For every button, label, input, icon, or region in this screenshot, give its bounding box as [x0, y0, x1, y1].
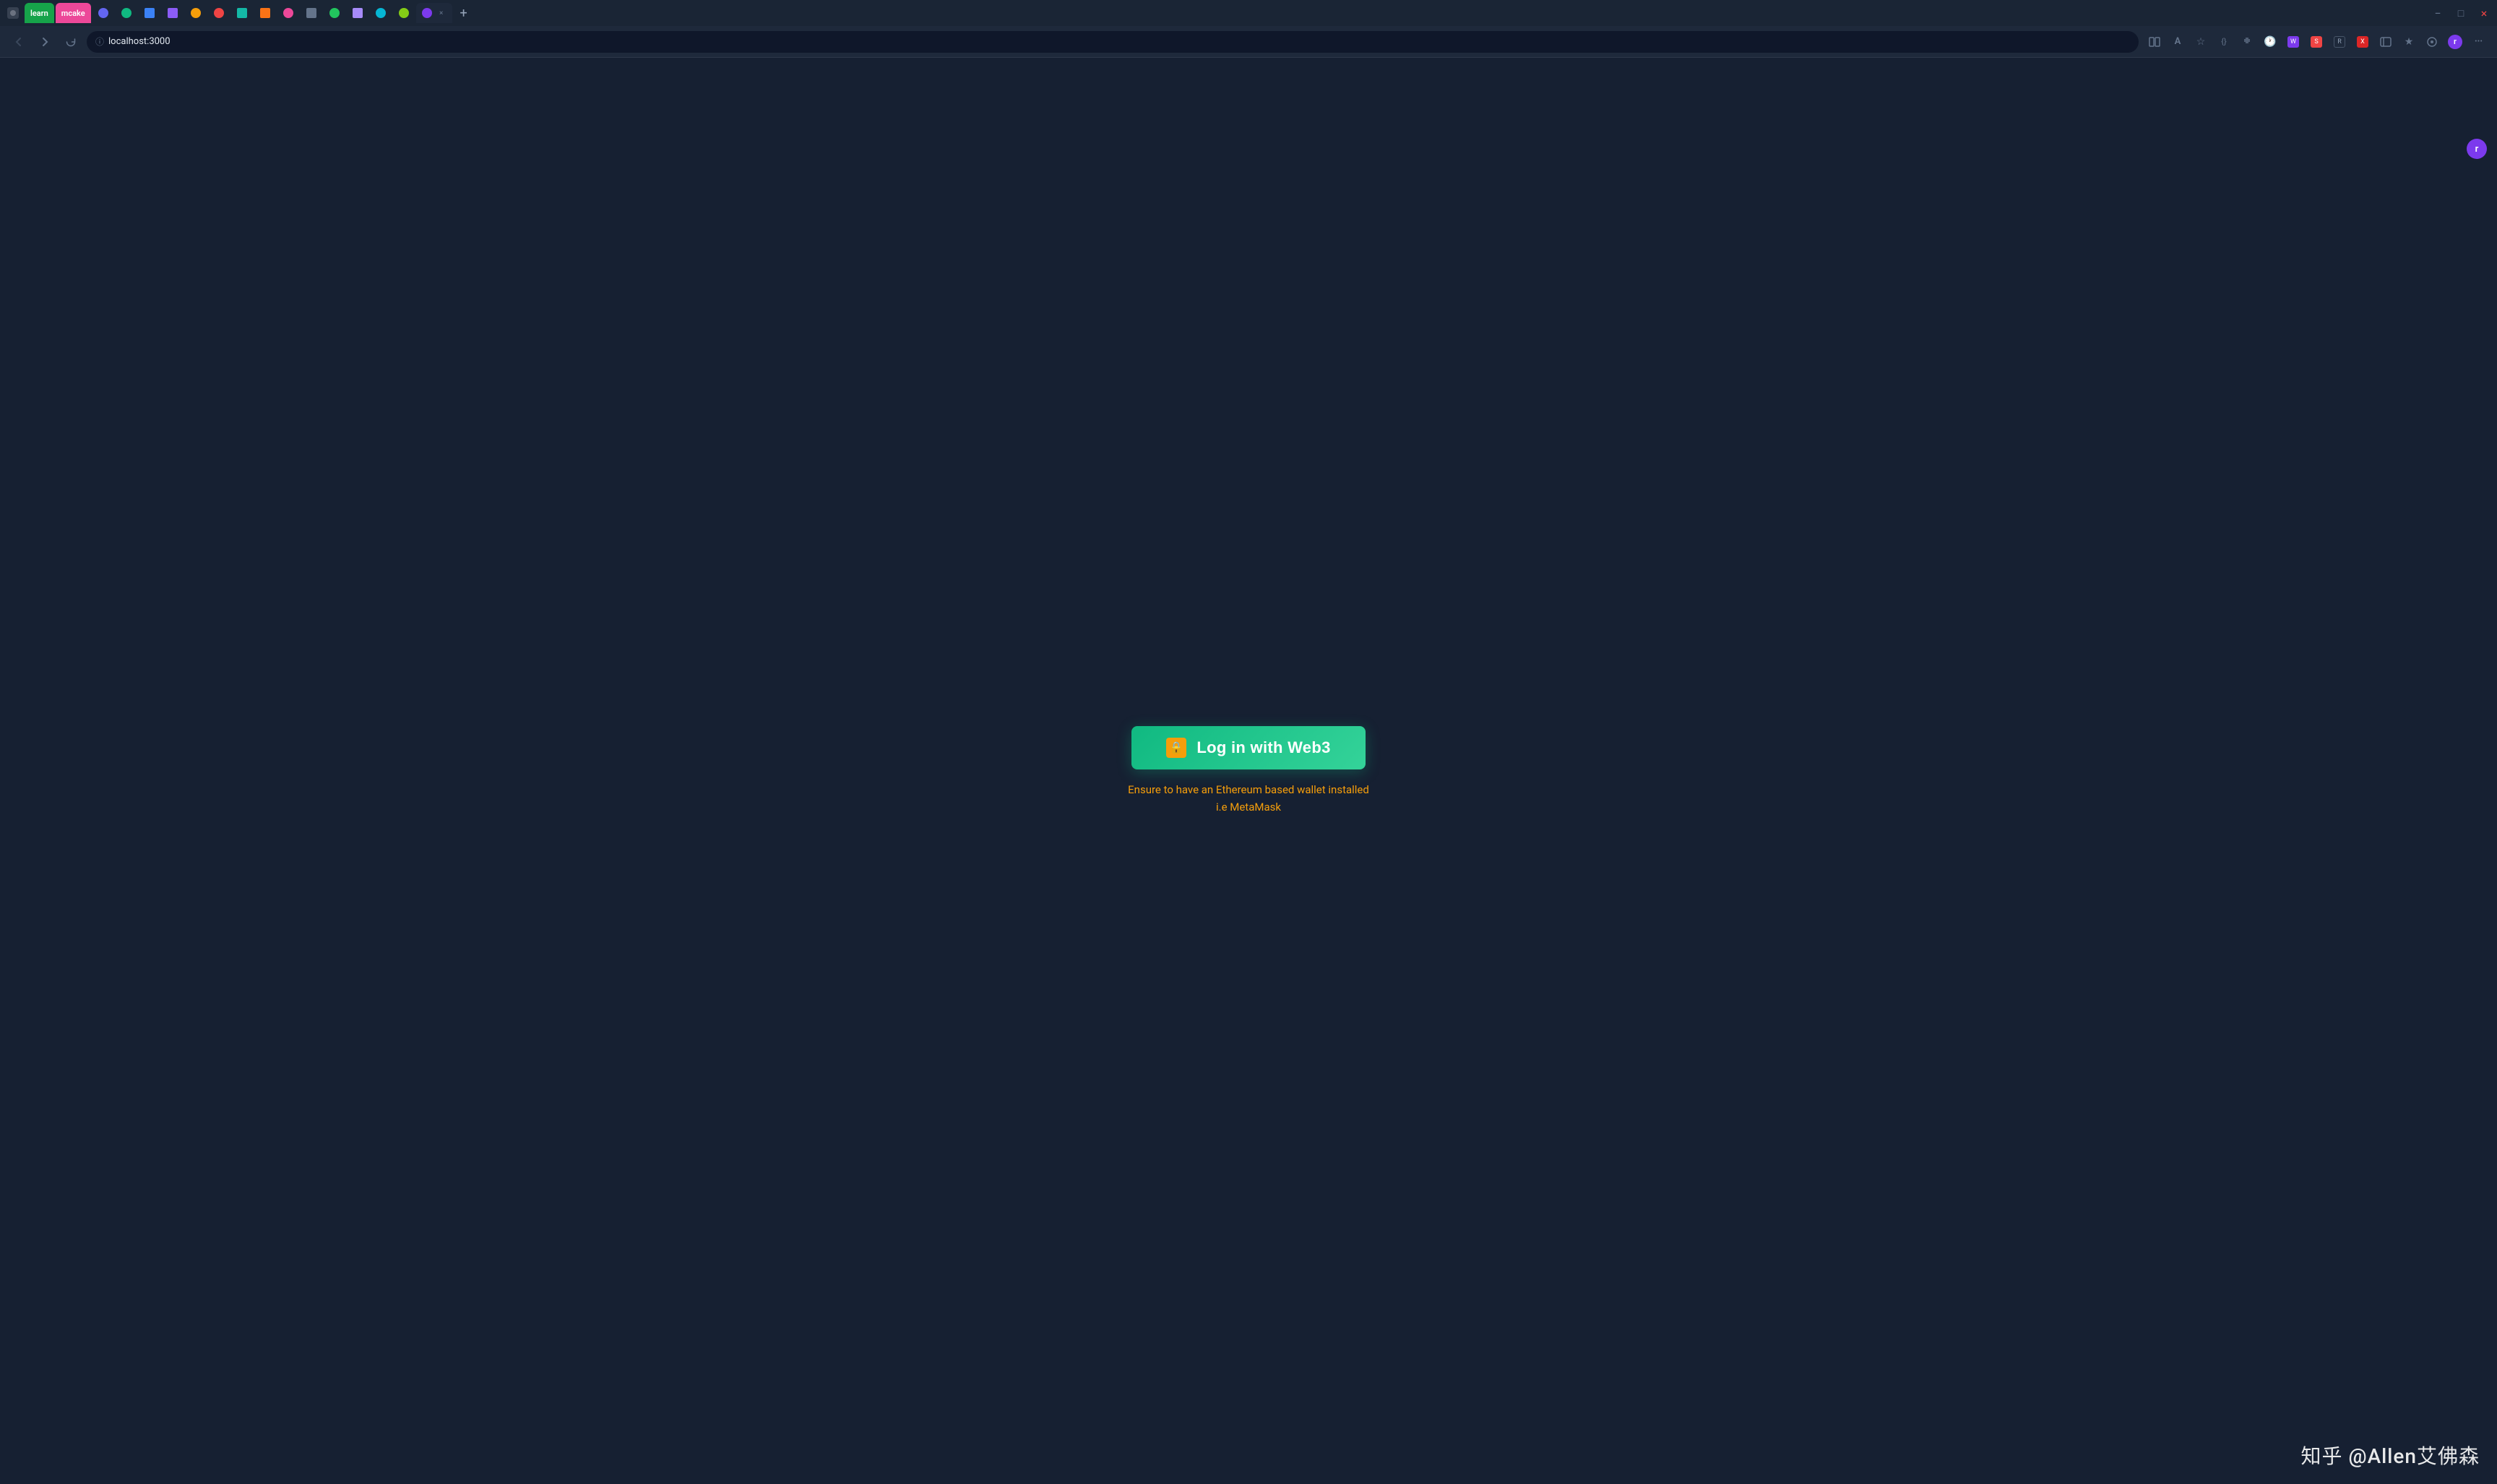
- tab-12[interactable]: [301, 3, 322, 23]
- security-icon: ⓘ: [95, 35, 104, 48]
- tab-5-favicon: [145, 8, 155, 18]
- tab-9[interactable]: [231, 3, 253, 23]
- tab-learn-label: learn: [30, 9, 48, 18]
- tab-4-favicon: [121, 8, 131, 18]
- readwise-icon[interactable]: R: [2329, 32, 2350, 52]
- extensions-icon[interactable]: [2237, 32, 2257, 52]
- tab-8-favicon: [214, 8, 224, 18]
- login-button-label: Log in with Web3: [1196, 738, 1330, 757]
- login-web3-button[interactable]: 🔒 Log in with Web3: [1131, 726, 1365, 769]
- refresh-button[interactable]: [61, 32, 81, 52]
- dev-tools-icon[interactable]: {}: [2214, 32, 2234, 52]
- tab-active-close[interactable]: ×: [436, 8, 447, 18]
- tab-10-favicon: [260, 8, 270, 18]
- vpn-icon[interactable]: [2422, 32, 2442, 52]
- tab-active-favicon: [422, 8, 432, 18]
- toolbar-icons: A ☆ {} 🕐 W S R X: [2144, 32, 2488, 52]
- login-container: 🔒 Log in with Web3 Ensure to have an Eth…: [1128, 726, 1369, 816]
- more-options-icon[interactable]: ···: [2468, 32, 2488, 52]
- tab-6-favicon: [168, 8, 178, 18]
- tab-14-favicon: [353, 8, 363, 18]
- tab-15[interactable]: [370, 3, 392, 23]
- wallet-icon: 🔒: [1166, 738, 1186, 758]
- star-pinned-icon[interactable]: ★: [2399, 32, 2419, 52]
- extra-icon-1[interactable]: X: [2352, 32, 2373, 52]
- wallet-hint: Ensure to have an Ethereum based wallet …: [1128, 781, 1369, 816]
- sidebar-toggle-icon[interactable]: [2376, 32, 2396, 52]
- tab-16[interactable]: [393, 3, 415, 23]
- watermark: 知乎 @Allen艾佛森: [2301, 1441, 2480, 1470]
- maximize-button[interactable]: □: [2451, 3, 2471, 23]
- tab-9-favicon: [237, 8, 247, 18]
- wallet-toolbar-icon[interactable]: W: [2283, 32, 2303, 52]
- shield-icon[interactable]: S: [2306, 32, 2326, 52]
- tab-6[interactable]: [162, 3, 184, 23]
- bookmark-icon[interactable]: ☆: [2191, 32, 2211, 52]
- new-tab-button[interactable]: +: [454, 3, 474, 23]
- split-view-icon[interactable]: [2144, 32, 2165, 52]
- tab-4[interactable]: [116, 3, 137, 23]
- font-icon[interactable]: A: [2168, 32, 2188, 52]
- tab-7-favicon: [191, 8, 201, 18]
- browser-chrome: learn mcake: [0, 0, 2497, 58]
- minimize-button[interactable]: −: [2428, 3, 2448, 23]
- main-content: r 🔒 Log in with Web3 Ensure to have an E…: [0, 58, 2497, 1484]
- close-window-button[interactable]: ×: [2474, 3, 2494, 23]
- tab-13-favicon: [329, 8, 340, 18]
- tab-active[interactable]: ×: [416, 3, 452, 23]
- hint-line-1: Ensure to have an Ethereum based wallet …: [1128, 781, 1369, 798]
- profile-icon[interactable]: r: [2445, 32, 2465, 52]
- user-avatar[interactable]: r: [2467, 139, 2487, 159]
- address-input[interactable]: ⓘ localhost:3000: [87, 31, 2139, 53]
- tab-5[interactable]: [139, 3, 160, 23]
- tab-8[interactable]: [208, 3, 230, 23]
- history-icon[interactable]: 🕐: [2260, 32, 2280, 52]
- tab-15-favicon: [376, 8, 386, 18]
- tab-3[interactable]: [92, 3, 114, 23]
- tab-11[interactable]: [277, 3, 299, 23]
- tab-mcake-label: mcake: [61, 9, 85, 18]
- browser-app-icon[interactable]: [3, 3, 23, 23]
- hint-line-2: i.e MetaMask: [1128, 798, 1369, 816]
- forward-button[interactable]: [35, 32, 55, 52]
- tab-12-favicon: [306, 8, 316, 18]
- tab-bar: learn mcake: [0, 0, 2497, 26]
- back-button[interactable]: [9, 32, 29, 52]
- address-text: localhost:3000: [108, 36, 171, 47]
- tab-14[interactable]: [347, 3, 368, 23]
- tab-learn[interactable]: learn: [25, 3, 54, 23]
- tab-3-favicon: [98, 8, 108, 18]
- address-bar: ⓘ localhost:3000 A ☆ {} 🕐 W: [0, 26, 2497, 58]
- tab-13[interactable]: [324, 3, 345, 23]
- tab-mcake[interactable]: mcake: [56, 3, 91, 23]
- tab-10[interactable]: [254, 3, 276, 23]
- tab-16-favicon: [399, 8, 409, 18]
- tab-7[interactable]: [185, 3, 207, 23]
- tab-11-favicon: [283, 8, 293, 18]
